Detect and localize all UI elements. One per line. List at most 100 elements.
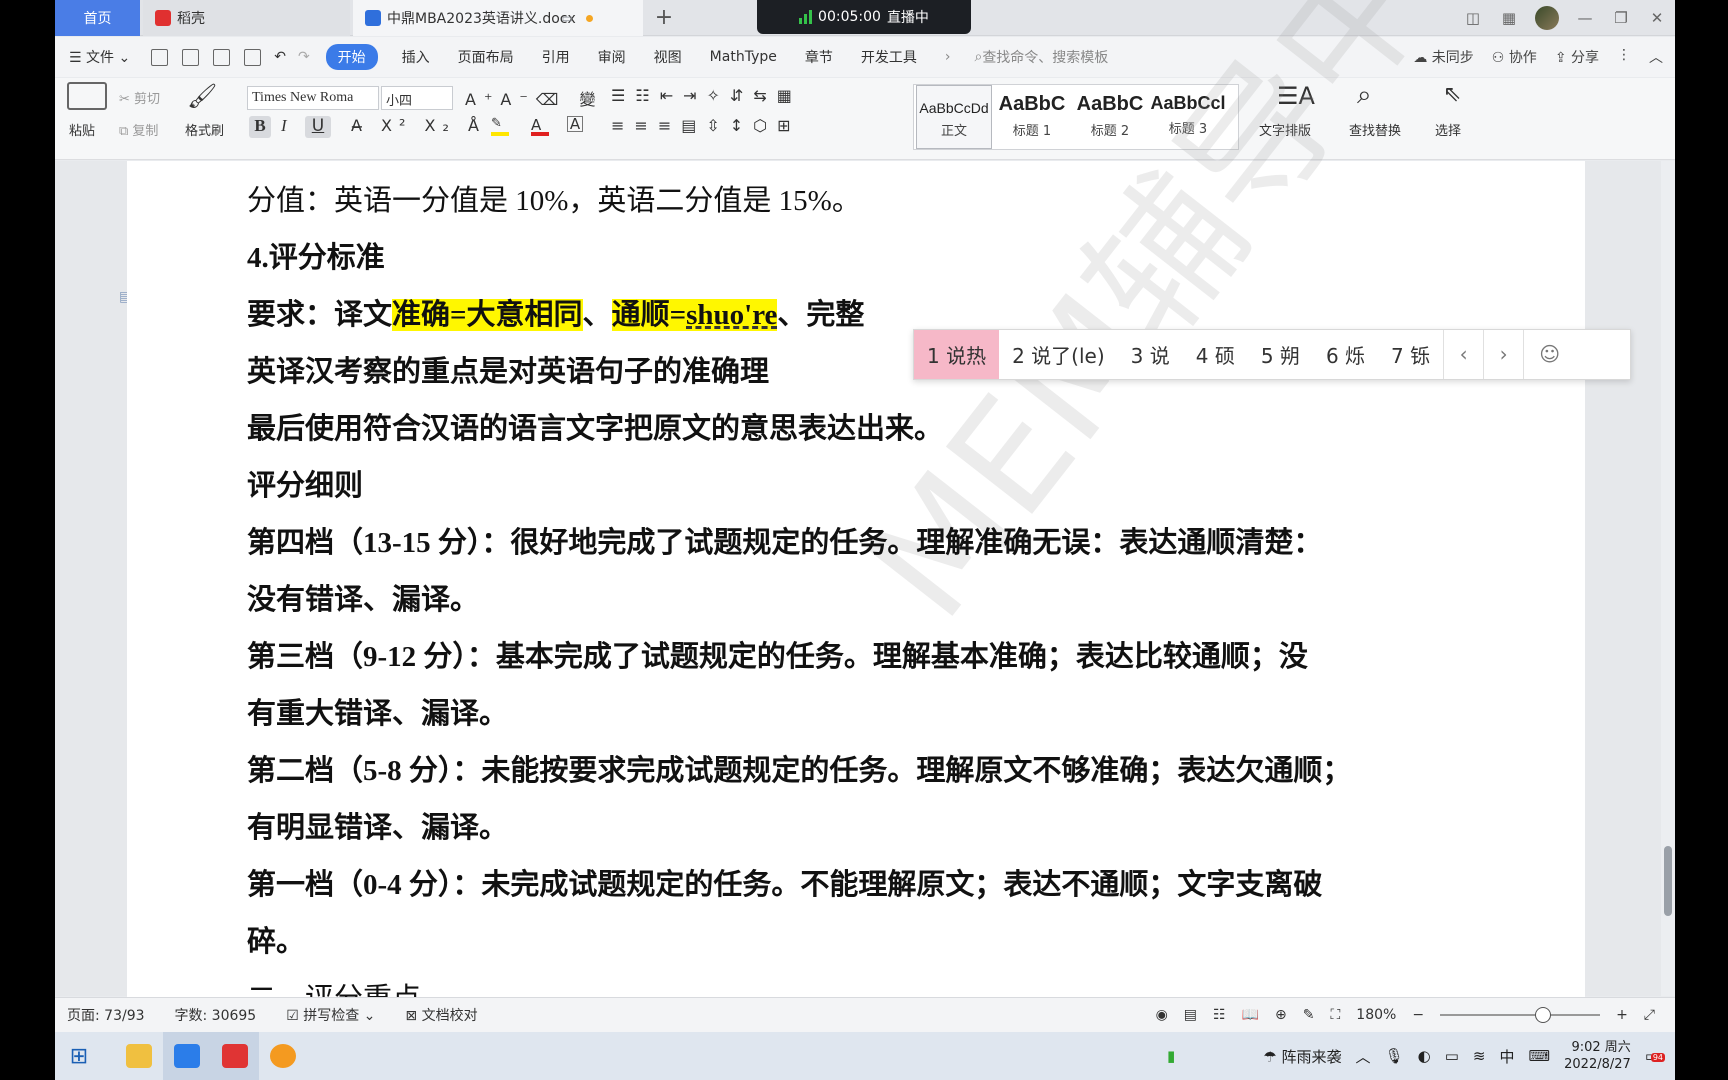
format-brush-button[interactable]: 格式刷 (185, 120, 224, 139)
eye-icon[interactable]: ◉ (1156, 1007, 1168, 1023)
app-button[interactable] (259, 1032, 307, 1080)
collab-button[interactable]: ⚇ 协作 (1492, 47, 1537, 67)
zoom-slider-handle[interactable] (1535, 1007, 1552, 1023)
outline-view-icon[interactable]: ☷ (1213, 1007, 1226, 1023)
usb-icon[interactable]: ▮ (1167, 1047, 1175, 1065)
export-icon[interactable] (182, 48, 200, 66)
tab-layout[interactable]: 页面布局 (444, 47, 528, 67)
tab-mathtype[interactable]: MathType (696, 49, 791, 65)
ime-candidate[interactable]: 4 硕 (1183, 330, 1248, 379)
cursor-icon[interactable]: ⇖ (1443, 82, 1461, 107)
page-view-icon[interactable]: ▤ (1184, 1007, 1197, 1023)
restore-icon[interactable]: ❐ (1603, 9, 1639, 27)
redo-icon[interactable]: ↷ (292, 49, 316, 65)
copy-button[interactable]: ⧉ 复制 (119, 120, 158, 139)
monitor-icon[interactable]: ▭ (562, 11, 573, 25)
select-button[interactable]: 选择 (1435, 120, 1461, 139)
document-page[interactable]: MEM辅导中心 分值：英语一分值是 10%，英语二分值是 15%。 4.评分标准… (127, 0, 1585, 1015)
zoom-slider[interactable] (1440, 1007, 1601, 1023)
alignment-icons[interactable]: ≡≡≡▤⇳↕⬡⊞ (611, 116, 801, 135)
highlight-icon[interactable]: ✎ (491, 116, 509, 136)
file-menu[interactable]: ☰ 文件 ⌄ (55, 47, 144, 67)
tab-reference[interactable]: 引用 (528, 47, 584, 67)
text-effects-icons[interactable]: A̶ X² X₂ Å (351, 116, 486, 135)
tab-document[interactable]: 中鼎MBA2023英语讲义.docx ▭ (353, 0, 643, 36)
file-explorer-button[interactable] (115, 1032, 163, 1080)
proofread-button[interactable]: ⊠ 文档校对 (405, 1005, 477, 1025)
emoji-icon[interactable]: ☺ (1523, 330, 1575, 379)
fit-page-icon[interactable]: ⛶ (1330, 1007, 1340, 1023)
start-button[interactable]: ⊞ (55, 1032, 103, 1080)
font-grow-shrink-icons[interactable]: A⁺A⁻⌫ 變 (465, 86, 604, 110)
word-counter[interactable]: 字数: 30695 (175, 1005, 257, 1025)
tray-expand-icon[interactable]: ︿ (1356, 1046, 1371, 1067)
feishu-button[interactable] (163, 1032, 211, 1080)
new-tab-button[interactable]: + (650, 4, 678, 32)
zoom-out-icon[interactable]: − (1412, 1007, 1424, 1023)
paste-icon[interactable] (67, 82, 107, 110)
grid-icon[interactable]: ▦ (1491, 9, 1527, 27)
zoom-level[interactable]: 180% (1356, 1007, 1396, 1023)
ime-candidate[interactable]: 7 铄 (1378, 330, 1443, 379)
tab-home[interactable]: 首页 (55, 0, 140, 36)
close-icon[interactable]: ✕ (1639, 9, 1675, 27)
ime-indicator[interactable]: 中 (1499, 1046, 1514, 1067)
save-icon[interactable] (151, 48, 169, 66)
fullscreen-icon[interactable]: ⤢ (1644, 1007, 1655, 1023)
web-view-icon[interactable]: ⊕ (1275, 1007, 1287, 1023)
mic-icon[interactable]: 🎙 (1385, 1047, 1404, 1065)
font-name-box[interactable]: Times New Roma (247, 86, 379, 110)
command-search[interactable]: ⌕ 查找命令、搜索模板 (974, 47, 1108, 67)
ime-candidate[interactable]: 3 说 (1118, 330, 1183, 379)
paste-button[interactable]: 粘贴 (69, 120, 95, 139)
scroll-thumb[interactable] (1664, 846, 1672, 916)
share-button[interactable]: ⇪ 分享 (1555, 47, 1599, 67)
print-icon[interactable] (213, 48, 231, 66)
vertical-scrollbar[interactable] (1661, 161, 1675, 996)
ime-candidate[interactable]: 6 烁 (1313, 330, 1378, 379)
tab-review[interactable]: 审阅 (584, 47, 640, 67)
page-counter[interactable]: 页面: 73/93 (67, 1005, 145, 1025)
tab-start[interactable]: 开始 (325, 44, 378, 70)
spell-check-button[interactable]: ☑ 拼写检查 ⌄ (286, 1005, 375, 1025)
pen-icon[interactable]: ✎ (1303, 1007, 1315, 1023)
reading-view-icon[interactable]: 📖 (1242, 1007, 1259, 1023)
list-indent-icons[interactable]: ☰☷⇤⇥✧⇵⇆▦ (611, 86, 802, 105)
network-icon[interactable]: ▭ (1445, 1047, 1459, 1065)
ime-prev-icon[interactable]: ‹ (1443, 330, 1483, 379)
font-color-icon[interactable]: A (531, 116, 549, 136)
ime-candidate[interactable]: 1 说热 (914, 330, 1000, 379)
wps-button[interactable] (211, 1032, 259, 1080)
char-border-icon[interactable]: A (567, 116, 583, 132)
format-brush-icon[interactable]: 🖌 (187, 82, 217, 110)
preview-icon[interactable] (244, 48, 262, 66)
italic-button[interactable]: I (281, 116, 287, 136)
more-tabs-icon[interactable]: › (931, 49, 965, 65)
notification-icon[interactable]: ▭94 (1645, 1047, 1665, 1065)
ime-candidate[interactable]: 2 说了(le) (999, 330, 1118, 379)
wifi-icon[interactable]: ≋ (1473, 1047, 1486, 1065)
font-size-box[interactable]: 小四 (381, 86, 453, 110)
zoom-in-icon[interactable]: + (1616, 1007, 1628, 1023)
ime-next-icon[interactable]: › (1483, 330, 1523, 379)
tab-chapter[interactable]: 章节 (791, 47, 847, 67)
collapse-ribbon-icon[interactable]: ︿ (1649, 47, 1663, 67)
more-icon[interactable]: ⋮ (1617, 47, 1631, 67)
document-body[interactable]: 分值：英语一分值是 10%，英语二分值是 15%。 4.评分标准 要求：译文准确… (247, 173, 1507, 1028)
cut-button[interactable]: ✂ 剪切 (119, 88, 160, 107)
weather-widget[interactable]: ☂ 阵雨来袭 (1263, 1046, 1341, 1067)
underline-button[interactable]: U (305, 116, 331, 138)
tab-developer[interactable]: 开发工具 (847, 47, 931, 67)
bold-button[interactable]: B (249, 116, 271, 138)
minimize-icon[interactable]: — (1567, 9, 1603, 27)
clock[interactable]: 9:02 周六 2022/8/27 (1564, 1039, 1631, 1073)
avatar[interactable] (1535, 6, 1559, 30)
tab-view[interactable]: 视图 (640, 47, 696, 67)
ime-candidate[interactable]: 5 朔 (1248, 330, 1313, 379)
antivirus-icon[interactable]: ◐ (1418, 1047, 1431, 1065)
style-heading-1[interactable]: AaBbC 标题 1 (994, 85, 1070, 149)
tab-daoke[interactable]: 稻壳 (143, 0, 350, 36)
tab-insert[interactable]: 插入 (388, 47, 444, 67)
undo-icon[interactable]: ↶ (268, 49, 292, 65)
style-normal[interactable]: AaBbCcDd 正文 (916, 85, 992, 149)
